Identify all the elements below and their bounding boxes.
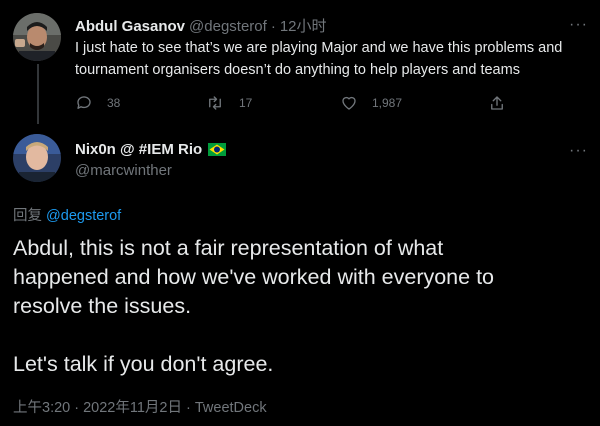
handle[interactable]: @marcwinther (75, 162, 172, 179)
handle[interactable]: @degsterof (189, 18, 267, 35)
display-name[interactable]: Abdul Gasanov (75, 18, 185, 35)
tweet-text-line: happened and how we've worked with every… (13, 265, 494, 289)
avatar[interactable] (13, 13, 61, 61)
avatar-image (13, 13, 61, 61)
retweet-icon (209, 96, 221, 110)
share-icon (491, 96, 503, 110)
reply-to-handle[interactable]: @degsterof (46, 208, 121, 224)
thread-connector-line (37, 64, 39, 124)
like-button[interactable]: 1,987 (340, 94, 402, 112)
main-tweet-header: Nix0n @ #IEM Rio (75, 141, 227, 158)
more-icon[interactable]: ··· (569, 17, 588, 33)
avatar[interactable] (13, 134, 61, 182)
reply-button[interactable]: 38 (75, 94, 120, 112)
tweet-text-line: tournament organisers doesn’t do anythin… (75, 62, 520, 78)
separator: · (270, 18, 276, 35)
retweet-count: 17 (239, 96, 253, 110)
tweet-text-line: Let's talk if you don't agree. (13, 352, 274, 376)
retweet-button[interactable]: 17 (205, 94, 252, 112)
reply-count: 38 (107, 96, 121, 110)
like-count: 1,987 (372, 96, 403, 110)
more-icon[interactable]: ··· (569, 143, 588, 159)
display-name[interactable]: Nix0n @ #IEM Rio (75, 141, 202, 158)
avatar-image (13, 134, 61, 182)
tweet-text-line: resolve the issues. (13, 294, 192, 318)
tweet-text-line: Abdul, this is not a fair representation… (13, 236, 444, 260)
tweet-text-line: I just hate to see that’s we are playing… (75, 40, 563, 56)
heart-icon (342, 96, 356, 110)
brazil-flag-icon (208, 143, 227, 156)
tweet-timestamp[interactable]: 上午3:20 · 2022年11月2日 · TweetDeck (13, 396, 267, 417)
tweet-text: Abdul, this is not a fair representation… (13, 234, 494, 379)
tweet-text: I just hate to see that’s we are playing… (75, 37, 562, 81)
tweet-time[interactable]: 12小时 (280, 15, 327, 36)
parent-tweet-header: Abdul Gasanov @degsterof · 12小时 (75, 15, 327, 36)
share-button[interactable] (488, 94, 506, 112)
reply-prefix: 回复 (13, 208, 42, 224)
replying-to: 回复 @degsterof (13, 204, 121, 225)
reply-icon (77, 96, 91, 109)
